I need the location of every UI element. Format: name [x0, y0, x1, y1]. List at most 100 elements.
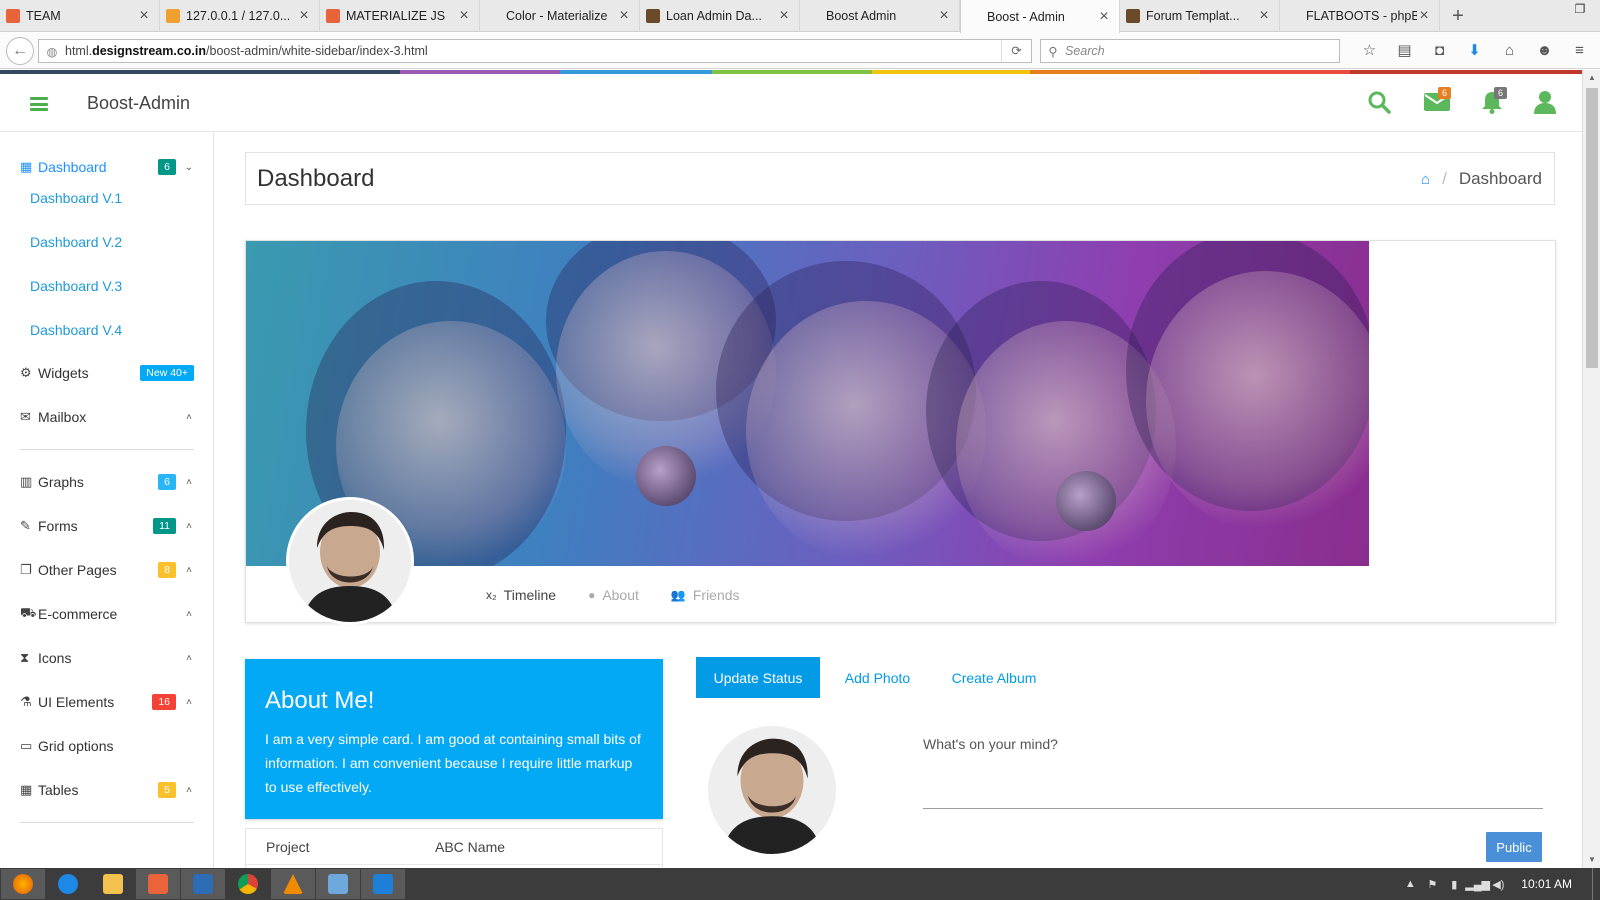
sidebar-item-widgets[interactable]: ⚙ Widgets New 40+: [20, 361, 194, 385]
flag-icon[interactable]: ⚑: [1421, 878, 1443, 891]
create-album-button[interactable]: Create Album: [934, 657, 1054, 698]
sidebar-item-ecommerce[interactable]: ⛟ E-commerce ˄: [20, 602, 194, 626]
reading-list-icon[interactable]: ▤: [1387, 40, 1422, 62]
sidebar-badge: 5: [158, 782, 176, 798]
pocket-icon[interactable]: ◘: [1422, 40, 1457, 62]
vlc-taskbar-icon[interactable]: [271, 869, 315, 899]
chevron-up-icon: ˄: [186, 608, 192, 620]
brand-title[interactable]: Boost-Admin: [87, 93, 190, 114]
sidebar-badge: 6: [158, 159, 176, 175]
sidebar-item-mailbox[interactable]: ✉ Mailbox ˄: [20, 405, 194, 429]
internet-explorer-taskbar-icon[interactable]: [46, 869, 90, 899]
sidebar-badge: New 40+: [140, 365, 194, 381]
browser-tab[interactable]: Boost Admin ×: [800, 0, 960, 32]
close-tab-icon[interactable]: ×: [777, 7, 791, 25]
vscode-taskbar-icon[interactable]: [361, 869, 405, 899]
bell-icon[interactable]: 6: [1480, 87, 1507, 114]
taskbar-clock[interactable]: 10:01 AM: [1521, 877, 1572, 891]
power-icon[interactable]: ▮: [1443, 878, 1465, 891]
browser-tab[interactable]: Forum Templat... ×: [1120, 0, 1280, 32]
tab-friends[interactable]: 👥 Friends: [671, 587, 740, 603]
sidebar-subitem-dashboard-v2[interactable]: Dashboard V.2: [30, 234, 122, 250]
close-tab-icon[interactable]: ×: [1257, 7, 1271, 25]
menu-icon[interactable]: ≡: [1562, 40, 1597, 62]
sidebar-subitem-dashboard-v1[interactable]: Dashboard V.1: [30, 190, 122, 206]
browser-tab-active[interactable]: Boost - Admin ×: [960, 0, 1120, 33]
about-title: About Me!: [265, 687, 375, 714]
browser-tab[interactable]: Color - Materialize ×: [480, 0, 640, 32]
page-scrollbar[interactable]: ▲ ▼: [1582, 70, 1600, 868]
browser-tab[interactable]: 127.0.0.1 / 127.0... ×: [160, 0, 320, 32]
close-tab-icon[interactable]: ×: [617, 7, 631, 25]
avatar[interactable]: [286, 497, 414, 625]
sidebar-badge: 8: [158, 562, 176, 578]
home-icon[interactable]: ⌂: [1492, 40, 1527, 62]
window-taskbar-icon[interactable]: [316, 869, 360, 899]
show-desktop-button[interactable]: [1592, 868, 1600, 900]
close-tab-icon[interactable]: ×: [1097, 8, 1111, 26]
close-tab-icon[interactable]: ×: [137, 7, 151, 25]
browser-tab[interactable]: TEAM ×: [0, 0, 160, 32]
bookmark-star-icon[interactable]: ☆: [1352, 40, 1387, 62]
home-icon[interactable]: ⌂: [1421, 171, 1430, 188]
sidebar-item-other-pages[interactable]: ❐ Other Pages 8 ˄: [20, 558, 194, 582]
back-arrow-icon[interactable]: ←: [6, 37, 34, 65]
network-icon[interactable]: ▂▄▆: [1465, 878, 1490, 891]
update-status-button[interactable]: Update Status: [696, 657, 820, 698]
browser-tab[interactable]: FLATBOOTS - phpB... ×: [1280, 0, 1440, 32]
new-tab-button[interactable]: +: [1440, 0, 1476, 32]
sidebar-item-forms[interactable]: ✎ Forms 11 ˄: [20, 514, 194, 538]
close-tab-icon[interactable]: ×: [457, 7, 471, 25]
download-icon[interactable]: ⬇: [1457, 40, 1492, 62]
tray-expand-icon[interactable]: ▲: [1399, 878, 1421, 890]
browser-search-input[interactable]: ⚲ Search: [1040, 39, 1340, 63]
chevron-up-icon: ˄: [186, 411, 192, 423]
favicon-icon: [166, 9, 180, 23]
firefox-taskbar-icon[interactable]: [1, 869, 45, 899]
status-input[interactable]: What's on your mind?: [923, 736, 1058, 752]
menu-toggle-icon[interactable]: [30, 97, 48, 111]
scroll-down-icon[interactable]: ▼: [1583, 852, 1600, 868]
scroll-up-icon[interactable]: ▲: [1583, 70, 1600, 86]
sidebar-item-grid-options[interactable]: ▭ Grid options: [20, 734, 194, 758]
tab-about[interactable]: ● About: [588, 587, 639, 603]
browser-tab-strip: TEAM × 127.0.0.1 / 127.0... × MATERIALIZ…: [0, 0, 1600, 33]
url-text: html.designstream.co.in/boost-admin/whit…: [65, 44, 1001, 58]
close-tab-icon[interactable]: ×: [1417, 7, 1431, 25]
close-tab-icon[interactable]: ×: [937, 7, 951, 25]
restore-window-icon[interactable]: ❐: [1560, 0, 1600, 20]
chrome-taskbar-icon[interactable]: [226, 869, 270, 899]
file-explorer-taskbar-icon[interactable]: [91, 869, 135, 899]
mail-icon[interactable]: 6: [1424, 87, 1451, 112]
avatar[interactable]: [708, 726, 836, 854]
sidebar-item-tables[interactable]: ▦ Tables 5 ˄: [20, 778, 194, 802]
browser-tab-title: FLATBOOTS - phpB...: [1306, 9, 1417, 23]
sidebar-badge: 16: [152, 694, 176, 710]
scrollbar-thumb[interactable]: [1586, 88, 1598, 368]
sidebar-item-icons[interactable]: ⧗ Icons ˄: [20, 646, 194, 670]
add-photo-button[interactable]: Add Photo: [828, 657, 927, 698]
table-cell-value: ABC Name: [435, 838, 506, 855]
sidebar-item-dashboard[interactable]: ▦ Dashboard 6 ⌄: [20, 155, 194, 179]
url-bar[interactable]: ◍ html.designstream.co.in/boost-admin/wh…: [38, 39, 1032, 63]
url-domain: designstream.co.in: [92, 44, 207, 58]
app-header: Boost-Admin 6 6: [0, 74, 1582, 132]
sidebar-item-graphs[interactable]: ▥ Graphs 6 ˄: [20, 470, 194, 494]
sidebar-item-ui-elements[interactable]: ⚗ UI Elements 16 ˄: [20, 690, 194, 714]
chat-icon[interactable]: ☻: [1527, 40, 1562, 62]
tab-timeline[interactable]: x₂ Timeline: [486, 587, 556, 603]
sidebar-subitem-dashboard-v3[interactable]: Dashboard V.3: [30, 278, 122, 294]
user-icon[interactable]: [1534, 90, 1556, 114]
volume-icon[interactable]: ◀): [1487, 878, 1509, 891]
sidebar: ▦ Dashboard 6 ⌄ Dashboard V.1 Dashboard …: [0, 133, 214, 868]
browser-tab[interactable]: MATERIALIZE JS ×: [320, 0, 480, 32]
xampp-taskbar-icon[interactable]: [136, 869, 180, 899]
reload-icon[interactable]: ⟳: [1001, 40, 1031, 62]
sidebar-subitem-dashboard-v4[interactable]: Dashboard V.4: [30, 322, 122, 338]
search-icon[interactable]: [1367, 90, 1391, 114]
browser-tab[interactable]: Loan Admin Da... ×: [640, 0, 800, 32]
public-button[interactable]: Public: [1486, 832, 1542, 862]
sidebar-divider: [20, 822, 194, 823]
editor-taskbar-icon[interactable]: [181, 869, 225, 899]
close-tab-icon[interactable]: ×: [297, 7, 311, 25]
